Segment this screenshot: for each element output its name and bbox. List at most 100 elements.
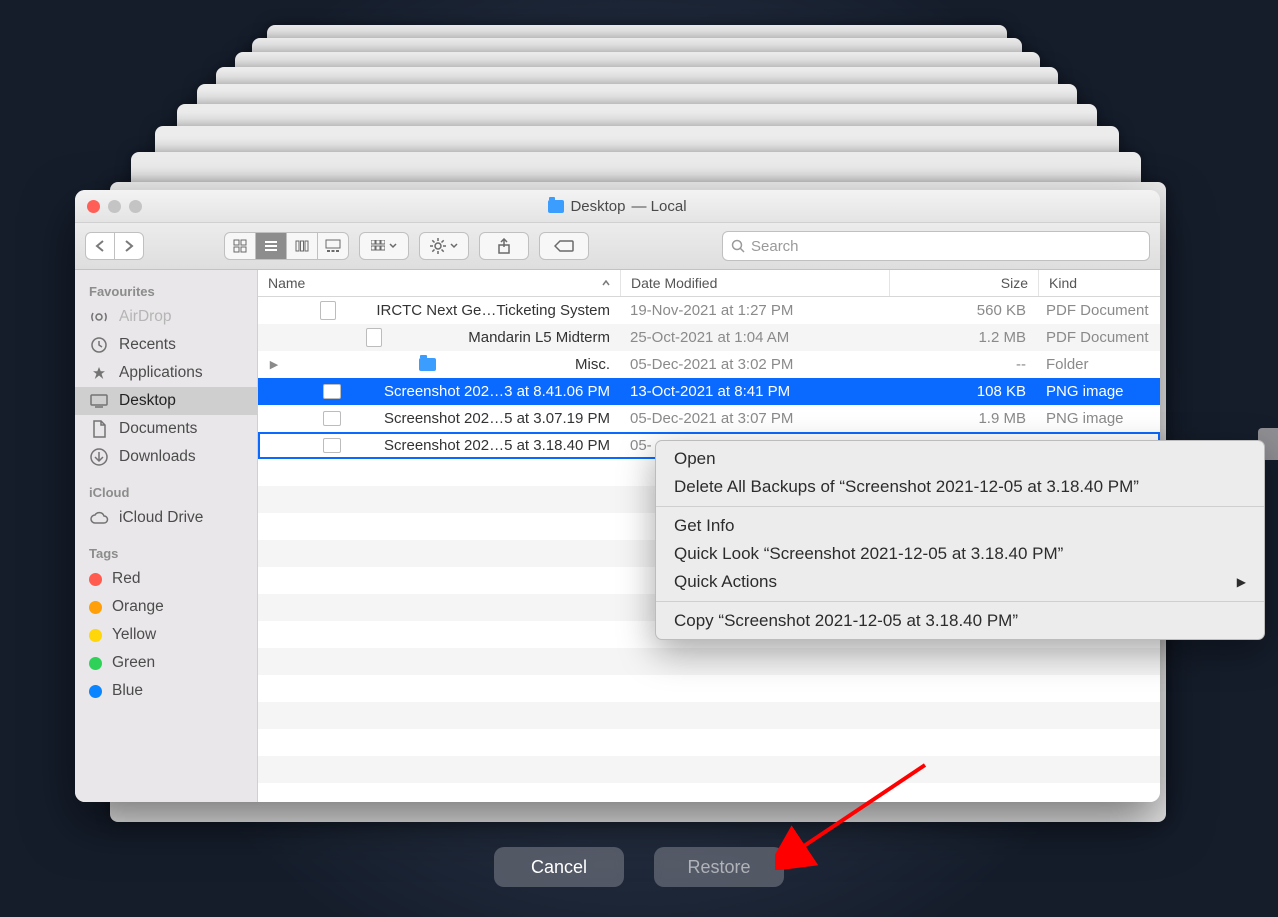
sidebar-item-label: Recents	[119, 336, 176, 354]
menu-item-label: Copy “Screenshot 2021-12-05 at 3.18.40 P…	[674, 611, 1018, 631]
tags-button[interactable]	[539, 232, 589, 260]
file-date: 05-Dec-2021 at 3:02 PM	[620, 351, 888, 378]
search-input[interactable]: Search	[722, 231, 1150, 261]
share-icon	[497, 238, 511, 254]
view-list-button[interactable]	[255, 233, 286, 259]
view-gallery-button[interactable]	[317, 233, 348, 259]
menu-item[interactable]: Copy “Screenshot 2021-12-05 at 3.18.40 P…	[656, 607, 1264, 635]
bottom-buttons: Cancel Restore	[0, 847, 1278, 887]
menu-item[interactable]: Quick Look “Screenshot 2021-12-05 at 3.1…	[656, 540, 1264, 568]
sidebar-item[interactable]: Documents	[75, 415, 257, 443]
table-row-empty	[258, 756, 1160, 783]
sidebar-item[interactable]: Red	[75, 565, 257, 593]
menu-item[interactable]: Open	[656, 445, 1264, 473]
column-size[interactable]: Size	[890, 270, 1039, 296]
sidebar-item[interactable]: Blue	[75, 677, 257, 705]
sidebar-section-title: Favourites	[75, 278, 257, 303]
forward-button[interactable]	[114, 233, 143, 259]
column-date[interactable]: Date Modified	[621, 270, 890, 296]
sidebar-item[interactable]: Orange	[75, 593, 257, 621]
search-placeholder: Search	[751, 238, 799, 255]
file-size: 1.9 MB	[888, 405, 1036, 432]
sidebar-section-title: Tags	[75, 540, 257, 565]
file-kind: PDF Document	[1036, 297, 1160, 324]
png-file-icon	[323, 411, 341, 426]
sidebar-section-title: iCloud	[75, 479, 257, 504]
chevron-down-icon	[450, 243, 458, 249]
close-button[interactable]	[87, 200, 100, 213]
sidebar-item[interactable]: Yellow	[75, 621, 257, 649]
menu-separator	[656, 506, 1264, 507]
file-kind: PDF Document	[1036, 324, 1160, 351]
sort-indicator-icon	[602, 280, 610, 286]
share-button[interactable]	[479, 232, 529, 260]
minimize-button[interactable]	[108, 200, 121, 213]
tag-dot-icon	[89, 629, 102, 642]
back-button[interactable]	[86, 233, 114, 259]
table-row-empty	[258, 702, 1160, 729]
restore-button[interactable]: Restore	[654, 847, 784, 887]
file-date: 05-Dec-2021 at 3:07 PM	[620, 405, 888, 432]
menu-item-label: Delete All Backups of “Screenshot 2021-1…	[674, 477, 1139, 497]
submenu-arrow-icon: ▶	[1237, 575, 1246, 589]
sidebar-item[interactable]: AirDrop	[75, 303, 257, 331]
sidebar-item[interactable]: Desktop	[75, 387, 257, 415]
file-name: Screenshot 202…5 at 3.18.40 PM	[384, 437, 610, 454]
window-title-folder: Desktop	[570, 198, 625, 215]
table-row[interactable]: IRCTC Next Ge…Ticketing System 19-Nov-202…	[258, 297, 1160, 324]
sidebar-item[interactable]: iCloud Drive	[75, 504, 257, 532]
sidebar-item-label: Orange	[112, 598, 164, 616]
table-row[interactable]: Screenshot 202…5 at 3.07.19 PM 05-Dec-202…	[258, 405, 1160, 432]
documents-icon	[89, 420, 109, 438]
menu-item[interactable]: Delete All Backups of “Screenshot 2021-1…	[656, 473, 1264, 501]
arrange-button[interactable]	[359, 232, 409, 260]
sidebar-item[interactable]: Green	[75, 649, 257, 677]
sidebar-item-label: Documents	[119, 420, 197, 438]
file-date: 19-Nov-2021 at 1:27 PM	[620, 297, 888, 324]
menu-item[interactable]: Get Info	[656, 512, 1264, 540]
view-columns-button[interactable]	[286, 233, 317, 259]
chevron-down-icon	[389, 243, 397, 249]
action-button[interactable]	[419, 232, 469, 260]
gear-icon	[430, 238, 446, 254]
sidebar-item[interactable]: Recents	[75, 331, 257, 359]
file-name: Mandarin L5 Midterm	[468, 329, 610, 346]
menu-item-label: Quick Look “Screenshot 2021-12-05 at 3.1…	[674, 544, 1063, 564]
airdrop-icon	[89, 308, 109, 326]
file-name: Screenshot 202…5 at 3.07.19 PM	[384, 410, 610, 427]
table-row-empty	[258, 648, 1160, 675]
recents-icon	[89, 336, 109, 354]
tag-dot-icon	[89, 573, 102, 586]
tag-dot-icon	[89, 601, 102, 614]
search-icon	[731, 239, 745, 253]
window-title-suffix: — Local	[632, 198, 687, 215]
column-name[interactable]: Name	[258, 270, 621, 296]
file-name: Screenshot 202…3 at 8.41.06 PM	[384, 383, 610, 400]
file-name: IRCTC Next Ge…Ticketing System	[376, 302, 610, 319]
apps-icon	[89, 364, 109, 382]
view-mode-segment	[224, 232, 349, 260]
table-row-empty	[258, 675, 1160, 702]
maximize-button[interactable]	[129, 200, 142, 213]
menu-item-label: Get Info	[674, 516, 734, 536]
png-file-icon	[323, 384, 341, 399]
file-name: Misc.	[575, 356, 610, 373]
sidebar-item-label: iCloud Drive	[119, 509, 203, 527]
cancel-button[interactable]: Cancel	[494, 847, 624, 887]
file-date: 25-Oct-2021 at 1:04 AM	[620, 324, 888, 351]
disclosure-triangle-icon[interactable]: ▶	[268, 358, 280, 371]
column-kind[interactable]: Kind	[1039, 270, 1160, 296]
file-size: 560 KB	[888, 297, 1036, 324]
sidebar-item[interactable]: Downloads	[75, 443, 257, 471]
table-row[interactable]: ▶Misc.05-Dec-2021 at 3:02 PM--Folder	[258, 351, 1160, 378]
tag-dot-icon	[89, 657, 102, 670]
view-icons-button[interactable]	[225, 233, 255, 259]
table-row[interactable]: Screenshot 202…3 at 8.41.06 PM13-Oct-202…	[258, 378, 1160, 405]
menu-item[interactable]: Quick Actions▶	[656, 568, 1264, 596]
toolbar: Search	[75, 223, 1160, 270]
file-kind: PNG image	[1036, 405, 1160, 432]
sidebar-item[interactable]: Applications	[75, 359, 257, 387]
table-row[interactable]: Mandarin L5 Midterm 25-Oct-2021 at 1:04 A…	[258, 324, 1160, 351]
tag-dot-icon	[89, 685, 102, 698]
file-size: 1.2 MB	[888, 324, 1036, 351]
